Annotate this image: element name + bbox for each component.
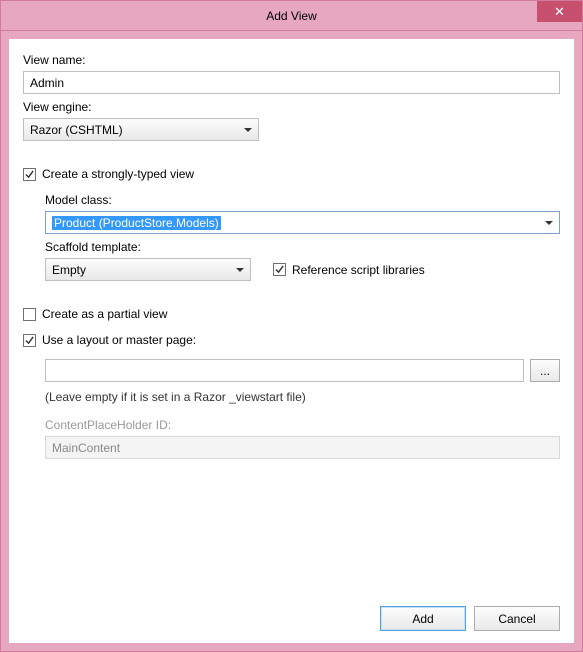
- strongly-typed-row[interactable]: Create a strongly-typed view: [23, 167, 560, 181]
- close-icon: ✕: [554, 4, 565, 20]
- view-engine-label: View engine:: [23, 100, 560, 114]
- scaffold-template-label: Scaffold template:: [45, 240, 560, 254]
- use-layout-label: Use a layout or master page:: [42, 333, 196, 347]
- dialog-buttons: Add Cancel: [380, 606, 560, 631]
- close-button[interactable]: ✕: [537, 1, 582, 22]
- scaffold-template-value: Empty: [52, 263, 86, 277]
- chevron-down-icon: [545, 221, 553, 225]
- model-class-label: Model class:: [45, 193, 560, 207]
- view-engine-value: Razor (CSHTML): [30, 123, 123, 137]
- ref-scripts-checkbox[interactable]: [273, 263, 286, 276]
- strongly-typed-label: Create a strongly-typed view: [42, 167, 194, 181]
- chevron-down-icon: [244, 128, 252, 132]
- scaffold-template-select[interactable]: Empty: [45, 258, 251, 281]
- ref-scripts-label: Reference script libraries: [292, 263, 425, 277]
- strongly-typed-checkbox[interactable]: [23, 168, 36, 181]
- model-class-value: Product (ProductStore.Models): [52, 216, 221, 230]
- view-name-input[interactable]: [23, 71, 560, 94]
- model-class-select[interactable]: Product (ProductStore.Models): [45, 211, 560, 234]
- layout-path-input[interactable]: [45, 359, 524, 382]
- chevron-down-icon: [236, 268, 244, 272]
- titlebar-title: Add View: [266, 9, 316, 23]
- dialog-frame: View name: View engine: Razor (CSHTML) C…: [1, 31, 582, 651]
- partial-view-row[interactable]: Create as a partial view: [23, 307, 560, 321]
- cancel-button[interactable]: Cancel: [474, 606, 560, 631]
- titlebar: Add View ✕: [1, 1, 582, 31]
- add-view-dialog: Add View ✕ View name: View engine: Razor…: [0, 0, 583, 652]
- add-button[interactable]: Add: [380, 606, 466, 631]
- use-layout-row[interactable]: Use a layout or master page:: [23, 333, 560, 347]
- browse-button[interactable]: ...: [530, 359, 560, 382]
- cph-id-label: ContentPlaceHolder ID:: [45, 418, 560, 432]
- view-name-label: View name:: [23, 53, 560, 67]
- partial-view-checkbox[interactable]: [23, 308, 36, 321]
- cph-id-input: [45, 436, 560, 459]
- browse-button-label: ...: [540, 364, 550, 378]
- use-layout-checkbox[interactable]: [23, 334, 36, 347]
- partial-view-label: Create as a partial view: [42, 307, 167, 321]
- dialog-content: View name: View engine: Razor (CSHTML) C…: [9, 39, 574, 643]
- layout-hint: (Leave empty if it is set in a Razor _vi…: [45, 390, 560, 404]
- view-engine-select[interactable]: Razor (CSHTML): [23, 118, 259, 141]
- ref-scripts-row[interactable]: Reference script libraries: [273, 263, 425, 277]
